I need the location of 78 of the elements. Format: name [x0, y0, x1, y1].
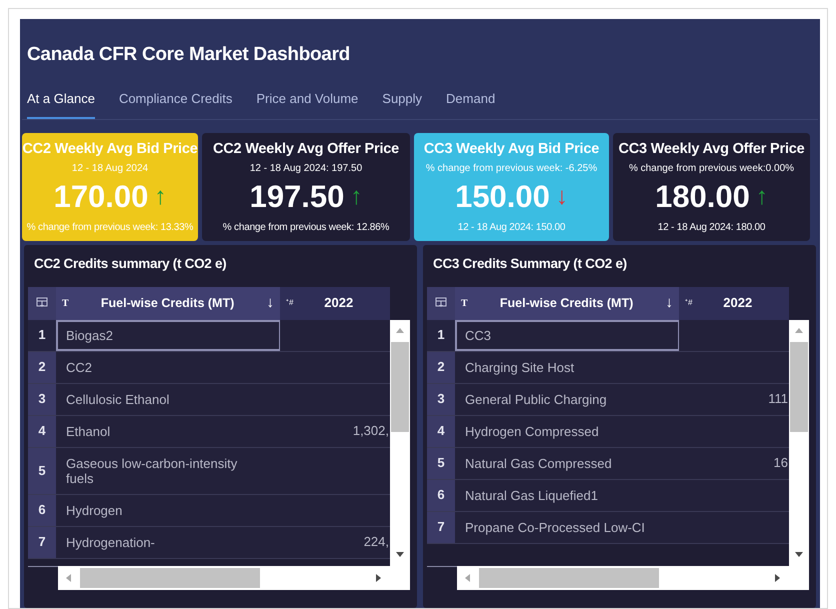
- row-number: 5: [28, 448, 56, 494]
- scroll-down-arrow-icon[interactable]: [395, 550, 405, 560]
- table-cell[interactable]: Hydrogen Compressed: [455, 416, 679, 446]
- scroll-down-arrow-icon[interactable]: [794, 550, 804, 560]
- card-title: CC2 Weekly Avg Bid Price: [22, 140, 198, 158]
- row-number: 7: [28, 526, 56, 558]
- price-value: 180.00: [655, 178, 750, 216]
- horizontal-scrollbar[interactable]: [457, 566, 809, 590]
- price-value: 197.50: [250, 178, 344, 216]
- card-note: % change from previous week: 13.33%: [26, 220, 194, 234]
- table-cell: 224,: [280, 526, 390, 558]
- tab[interactable]: Price and Volume: [256, 89, 358, 118]
- table-cell: 1,302,: [280, 416, 390, 446]
- row-number: 6: [427, 480, 455, 510]
- tab[interactable]: Demand: [446, 89, 496, 118]
- table-cell[interactable]: CC2: [56, 352, 280, 382]
- table-cell[interactable]: General Public Charging: [455, 384, 679, 414]
- tab[interactable]: Compliance Credits: [118, 89, 232, 118]
- table-cell[interactable]: Hydrogen: [56, 494, 280, 526]
- column-chooser-icon[interactable]: [435, 297, 447, 309]
- price-value: 150.00: [455, 178, 550, 216]
- table-cell[interactable]: Natural Gas Liquefied1: [455, 480, 679, 510]
- column-header[interactable]: Fuel-wise Credits (MT): [68, 294, 266, 312]
- tab[interactable]: Supply: [382, 89, 422, 118]
- row-number: 7: [427, 512, 455, 542]
- trend-arrow: ↑: [350, 182, 362, 212]
- row-number: 3: [28, 384, 56, 414]
- card-note: % change from previous week: -6.25%: [426, 162, 598, 176]
- card-note: % change from previous week: 12.86%: [222, 220, 390, 234]
- panel-title: CC2 Credits summary (t CO2 e): [33, 254, 228, 272]
- card-note: 12 - 18 Aug 2024: 150.00: [458, 220, 566, 234]
- vertical-scrollbar[interactable]: [789, 320, 809, 566]
- card-note: 12 - 18 Aug 2024: 197.50: [250, 162, 362, 176]
- card-note: % change from previous week:0.00%: [628, 162, 794, 176]
- vertical-scrollbar[interactable]: [390, 320, 410, 566]
- price-value: 170.00: [54, 178, 148, 216]
- sort-arrow[interactable]: ↓: [266, 292, 274, 314]
- row-number: 5: [427, 448, 455, 478]
- row-number: 4: [28, 416, 56, 446]
- table-cell[interactable]: Propane Co-Processed Low-CI: [455, 512, 679, 542]
- horizontal-scrollbar[interactable]: [58, 566, 410, 590]
- dashboard-title: Canada CFR Core Market Dashboard: [26, 43, 351, 67]
- type-mark: T: [62, 296, 69, 310]
- panel-title: CC3 Credits Summary (t CO2 e): [432, 254, 628, 272]
- trend-arrow: ↑: [154, 182, 166, 212]
- row-number: 3: [427, 384, 455, 414]
- type-mark: T: [461, 296, 468, 310]
- table-cell[interactable]: Ethanol: [56, 416, 280, 446]
- card-title: CC3 Weekly Avg Bid Price: [424, 140, 600, 158]
- column-header[interactable]: Fuel-wise Credits (MT): [468, 294, 666, 312]
- card-note: 12 - 18 Aug 2024: 180.00: [658, 220, 766, 234]
- trend-arrow: ↓: [556, 182, 568, 212]
- row-number: 6: [28, 494, 56, 526]
- row-number: 1: [427, 320, 455, 350]
- row-number: 4: [427, 416, 455, 446]
- column-header[interactable]: 2022: [293, 293, 384, 313]
- column-chooser-icon[interactable]: [36, 297, 48, 309]
- table-cell[interactable]: Hydrogenation-: [56, 526, 280, 558]
- sort-arrow[interactable]: ↓: [666, 292, 673, 314]
- card-title: CC3 Weekly Avg Offer Price: [618, 140, 805, 158]
- trend-arrow: ↑: [756, 182, 768, 212]
- row-number: 2: [28, 352, 56, 382]
- column-header[interactable]: 2022: [692, 293, 783, 313]
- table-cell[interactable]: Charging Site Host: [455, 352, 679, 382]
- tab[interactable]: At a Glance: [27, 89, 95, 118]
- table-cell[interactable]: Gaseous low-carbon-intensity fuels: [56, 448, 280, 494]
- type-mark: ⁺#: [685, 297, 692, 309]
- table-cell[interactable]: Natural Gas Compressed: [455, 448, 679, 478]
- table-cell[interactable]: Cellulosic Ethanol: [56, 384, 280, 414]
- type-mark: ⁺#: [286, 297, 294, 309]
- row-number: 1: [28, 320, 56, 350]
- card-note: 12 - 18 Aug 2024: [72, 162, 148, 176]
- table-cell: 16: [679, 448, 789, 478]
- table-cell[interactable]: Biogas2: [56, 320, 280, 350]
- table-cell[interactable]: CC3: [455, 320, 679, 350]
- table-cell: 111: [679, 384, 789, 414]
- card-title: CC2 Weekly Avg Offer Price: [212, 140, 400, 158]
- row-number: 2: [427, 352, 455, 382]
